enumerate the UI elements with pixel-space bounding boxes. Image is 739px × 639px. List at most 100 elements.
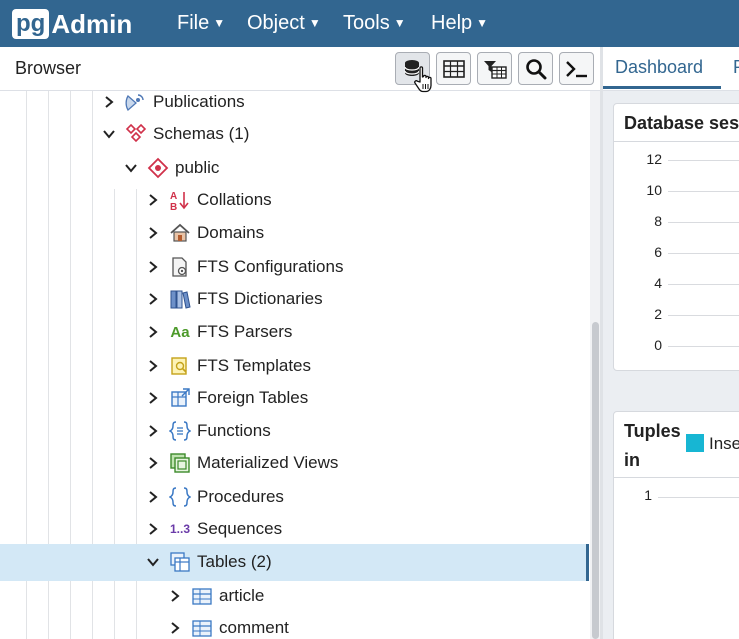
y-tick-label: 6 (654, 244, 662, 260)
filtered-rows-button[interactable] (477, 52, 512, 85)
tab-properties[interactable]: P (733, 57, 739, 78)
chevron-right-icon[interactable] (145, 424, 161, 438)
tree-item-domains[interactable]: Domains (145, 217, 264, 249)
menu-file-label: File (177, 12, 210, 34)
y-tick-label: 10 (646, 182, 662, 198)
chevron-down-icon[interactable] (123, 163, 139, 173)
tree-item-label: Collations (197, 190, 272, 209)
chevron-down-icon[interactable] (145, 557, 161, 567)
selected-row-highlight (0, 544, 589, 581)
tree-item-fts-dictionaries[interactable]: FTS Dictionaries (145, 283, 323, 315)
menu-object-label: Object (247, 12, 305, 34)
tree-item-publications[interactable]: Publications (101, 91, 245, 118)
chevron-down-icon[interactable] (101, 129, 117, 139)
tree-item-materialized-views[interactable]: Materialized Views (145, 447, 338, 479)
tuples-in-title-line1: Tuples (624, 421, 681, 441)
query-tool-button[interactable] (395, 52, 432, 93)
grid-line (658, 497, 739, 498)
chevron-right-icon[interactable] (145, 490, 161, 504)
chevron-right-icon[interactable] (145, 359, 161, 373)
grid-line (668, 160, 739, 161)
tree-item-fts-configurations[interactable]: FTS Configurations (145, 251, 343, 283)
view-data-button[interactable] (436, 52, 471, 85)
tree-item-label: Foreign Tables (197, 388, 309, 407)
tree-item-label: FTS Templates (197, 356, 312, 375)
chevron-right-icon[interactable] (145, 456, 161, 470)
tree-item-foreign-tables[interactable]: Foreign Tables (145, 382, 308, 414)
chevron-right-icon[interactable] (101, 95, 117, 109)
tree-item-public[interactable]: public (123, 152, 219, 184)
collations-icon: A B (169, 189, 191, 211)
tables-icon (169, 551, 191, 573)
foreign-tables-icon (169, 387, 191, 409)
tree-item-label: Publications (153, 92, 245, 111)
tree-item-collations[interactable]: A B Collations (145, 184, 272, 216)
chevron-right-icon[interactable] (145, 292, 161, 306)
chevron-down-icon: ▼ (213, 15, 226, 30)
tree-item-schemas[interactable]: Schemas (1) (101, 118, 249, 150)
tree-item-label: FTS Parsers (197, 322, 293, 341)
chevron-right-icon[interactable] (145, 193, 161, 207)
logo-admin-text: Admin (51, 9, 133, 39)
database-sessions-title: Database ses (624, 113, 739, 133)
y-tick-label: 12 (646, 151, 662, 167)
sequences-icon: 1..3 (169, 522, 190, 536)
tree-item-label: Functions (197, 421, 271, 440)
tree-item-article[interactable]: article (167, 580, 264, 612)
chevron-right-icon[interactable] (145, 260, 161, 274)
search-objects-button[interactable] (518, 52, 553, 85)
chevron-right-icon[interactable] (145, 226, 161, 240)
tree-item-label: Procedures (197, 487, 284, 506)
grid-line (668, 253, 739, 254)
y-tick-label: 4 (654, 275, 662, 291)
tree-item-label: article (219, 586, 265, 605)
y-tick-label: 0 (654, 337, 662, 353)
tree-item-functions[interactable]: Functions (145, 415, 271, 447)
tree-item-label: comment (219, 618, 289, 637)
chevron-right-icon[interactable] (167, 589, 183, 603)
logo-pg-text: pg (12, 9, 50, 39)
legend-insert-swatch (686, 434, 704, 452)
tree-item-tables[interactable]: Tables (2) (145, 546, 272, 578)
chevron-right-icon[interactable] (145, 325, 161, 339)
pgadmin-logo[interactable]: pg Admin (12, 8, 132, 40)
chevron-right-icon[interactable] (145, 391, 161, 405)
menu-tools[interactable]: Tools ▼ (343, 0, 406, 47)
tuples-in-card: Tuples in Inse 1 (613, 411, 739, 639)
fts-configurations-icon (169, 256, 191, 278)
tree-item-fts-parsers[interactable]: Aa FTS Parsers (145, 316, 292, 348)
filter-table-icon (483, 60, 507, 79)
tree-item-label: Sequences (197, 519, 283, 538)
tree-item-sequences[interactable]: 1..3 Sequences (145, 513, 282, 545)
tree-item-fts-templates[interactable]: FTS Templates (145, 350, 311, 382)
tree-item-label: FTS Configurations (197, 257, 344, 276)
menu-object[interactable]: Object ▼ (247, 0, 321, 47)
materialized-views-icon (169, 452, 191, 474)
tree-item-procedures[interactable]: Procedures (145, 481, 284, 513)
table-icon (191, 617, 213, 639)
y-tick-label: 1 (644, 487, 652, 503)
tree-item-label: FTS Dictionaries (197, 289, 323, 308)
tree-item-label: public (175, 158, 220, 177)
tuples-in-title-line2: in (624, 450, 640, 470)
menu-help[interactable]: Help ▼ (431, 0, 488, 47)
card-header-divider (614, 477, 739, 478)
dashboard-tabbar: Dashboard P (603, 47, 739, 91)
dashboard-panel: Dashboard P Database ses 12 10 8 6 4 2 0… (603, 47, 739, 639)
active-tab-indicator (603, 86, 721, 89)
grid-line (668, 222, 739, 223)
menu-tools-label: Tools (343, 12, 390, 34)
tab-dashboard[interactable]: Dashboard (615, 57, 703, 78)
tree-item-comment[interactable]: comment (167, 612, 289, 639)
tree-item-label: Materialized Views (197, 453, 339, 472)
tree-item-label: Schemas (1) (153, 124, 250, 143)
tree-scrollbar-thumb[interactable] (592, 322, 599, 639)
chevron-right-icon[interactable] (145, 522, 161, 536)
tree-item-label: Tables (2) (197, 552, 272, 571)
chevron-right-icon[interactable] (167, 621, 183, 635)
publications-icon (125, 91, 147, 113)
chevron-down-icon: ▼ (308, 15, 321, 30)
search-icon (525, 58, 546, 79)
menu-file[interactable]: File ▼ (177, 0, 225, 47)
psql-tool-button[interactable] (559, 52, 594, 85)
